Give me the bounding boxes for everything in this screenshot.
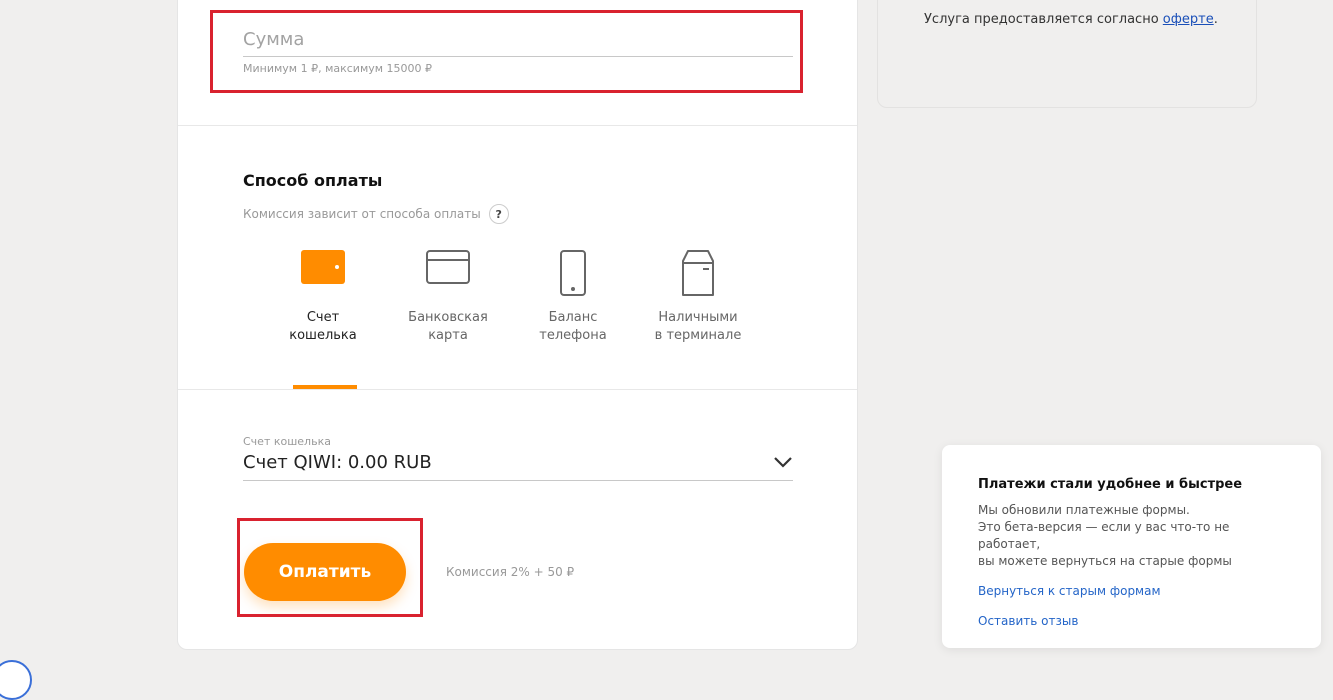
payment-method-title: Способ оплаты bbox=[243, 171, 383, 190]
method-wallet[interactable]: Счет кошелька bbox=[263, 249, 383, 345]
bank-card-icon bbox=[388, 249, 508, 301]
method-label: Банковская карта bbox=[408, 310, 488, 343]
help-button[interactable]: ? bbox=[488, 204, 509, 224]
method-terminal-cash[interactable]: Наличными в терминале bbox=[638, 249, 758, 345]
method-bank-card[interactable]: Банковская карта bbox=[388, 249, 508, 345]
feedback-link[interactable]: Оставить отзыв bbox=[978, 614, 1285, 628]
wallet-select[interactable]: Счет QIWI: 0.00 RUB bbox=[243, 449, 793, 481]
wallet-select-label: Счет кошелька bbox=[243, 435, 331, 448]
amount-highlight-box bbox=[210, 10, 803, 93]
payment-method-subtitle: Комиссия зависит от способа оплаты ? bbox=[243, 204, 509, 224]
method-label: Баланс телефона bbox=[539, 310, 607, 343]
method-phone-balance[interactable]: Баланс телефона bbox=[513, 249, 633, 345]
offer-text: Услуга предоставляется согласно оферте. bbox=[924, 12, 1218, 27]
terminal-icon bbox=[638, 249, 758, 301]
wallet-icon bbox=[263, 249, 383, 301]
chat-widget-button[interactable] bbox=[0, 660, 32, 700]
method-label: Счет кошелька bbox=[289, 310, 357, 343]
offer-suffix: . bbox=[1213, 12, 1218, 27]
commission-note: Комиссия зависит от способа оплаты bbox=[243, 207, 481, 221]
payment-methods: Счет кошелька Банковская карта Баланс те… bbox=[273, 249, 773, 389]
divider bbox=[178, 389, 857, 390]
offer-statement: Услуга предоставляется согласно bbox=[924, 12, 1159, 27]
offer-card: Услуга предоставляется согласно оферте. bbox=[877, 0, 1257, 108]
pay-button-highlight-box bbox=[237, 518, 423, 617]
chevron-down-icon bbox=[774, 457, 792, 468]
beta-notification: Платежи стали удобнее и быстрее Мы обнов… bbox=[942, 445, 1321, 648]
wallet-selected-value: Счет QIWI: 0.00 RUB bbox=[243, 452, 432, 473]
phone-icon bbox=[513, 249, 633, 301]
divider bbox=[178, 125, 857, 126]
commission-text: Комиссия 2% + 50 ₽ bbox=[446, 565, 575, 579]
notification-body: Мы обновили платежные формы. Это бета-ве… bbox=[978, 503, 1232, 568]
return-old-forms-link[interactable]: Вернуться к старым формам bbox=[978, 584, 1285, 598]
notification-title: Платежи стали удобнее и быстрее bbox=[978, 477, 1243, 492]
offer-link[interactable]: оферте bbox=[1163, 12, 1214, 27]
method-label: Наличными в терминале bbox=[654, 310, 742, 343]
